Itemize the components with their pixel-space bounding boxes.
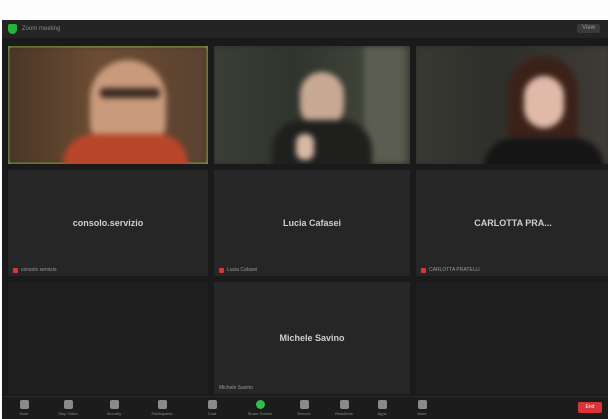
- participant-name: Lucia Cafasei: [282, 218, 342, 228]
- chat-icon: [207, 400, 217, 409]
- zoom-window: Zoom meeting View consolo.servizio conso…: [2, 20, 608, 419]
- participant-tile-4[interactable]: consolo.servizio consolo servizio: [8, 170, 208, 276]
- microphone-icon: [19, 400, 29, 409]
- security-button[interactable]: Security: [100, 400, 128, 416]
- record-icon: [299, 400, 309, 409]
- shield-icon[interactable]: [8, 24, 17, 34]
- participant-tile-2[interactable]: [214, 46, 410, 164]
- shield-icon: [109, 400, 119, 409]
- empty-tile-left: [8, 282, 208, 394]
- stop-video-button[interactable]: Stop Video: [54, 400, 82, 416]
- participant-label: Lucia Cafasei: [219, 267, 257, 273]
- title-bar: Zoom meeting View: [2, 20, 608, 38]
- mic-muted-icon: [219, 267, 224, 273]
- participant-tile-7[interactable]: Michele Savino Michele Savino: [214, 282, 410, 394]
- participant-label: Michele Savino: [219, 385, 253, 391]
- empty-tile-right: [416, 282, 608, 394]
- emoji-icon: [339, 400, 349, 409]
- share-screen-icon: [255, 400, 265, 409]
- chat-button[interactable]: Chat: [198, 400, 226, 416]
- mic-muted-icon: [421, 267, 426, 273]
- people-icon: [157, 400, 167, 409]
- apps-button[interactable]: Apps: [368, 400, 396, 416]
- participants-button[interactable]: Participants: [148, 400, 176, 416]
- record-button[interactable]: Record: [290, 400, 318, 416]
- share-screen-button[interactable]: Share Screen: [246, 400, 274, 416]
- participant-name: CARLOTTA PRA...: [474, 218, 552, 228]
- mic-muted-icon: [13, 267, 18, 273]
- end-meeting-button[interactable]: End: [578, 402, 602, 413]
- mute-button[interactable]: Mute: [10, 400, 38, 416]
- meeting-title: Zoom meeting: [22, 26, 61, 32]
- participant-name: consolo.servizio: [72, 218, 144, 228]
- participant-tile-6[interactable]: CARLOTTA PRA... CARLOTTA PRATELLI: [416, 170, 608, 276]
- more-button[interactable]: More: [408, 400, 436, 416]
- participant-tile-1[interactable]: [8, 46, 208, 164]
- apps-icon: [377, 400, 387, 409]
- more-icon: [417, 400, 427, 409]
- participant-tile-5[interactable]: Lucia Cafasei Lucia Cafasei: [214, 170, 410, 276]
- participant-name: Michele Savino: [279, 333, 345, 343]
- participant-label: CARLOTTA PRATELLI: [421, 267, 480, 273]
- participant-tile-3[interactable]: [416, 46, 608, 164]
- meeting-toolbar: Mute Stop Video Security Participants Ch…: [2, 396, 608, 419]
- view-button[interactable]: View: [577, 24, 600, 33]
- camera-icon: [63, 400, 73, 409]
- participant-label: consolo servizio: [13, 267, 57, 273]
- reactions-button[interactable]: Reactions: [330, 400, 358, 416]
